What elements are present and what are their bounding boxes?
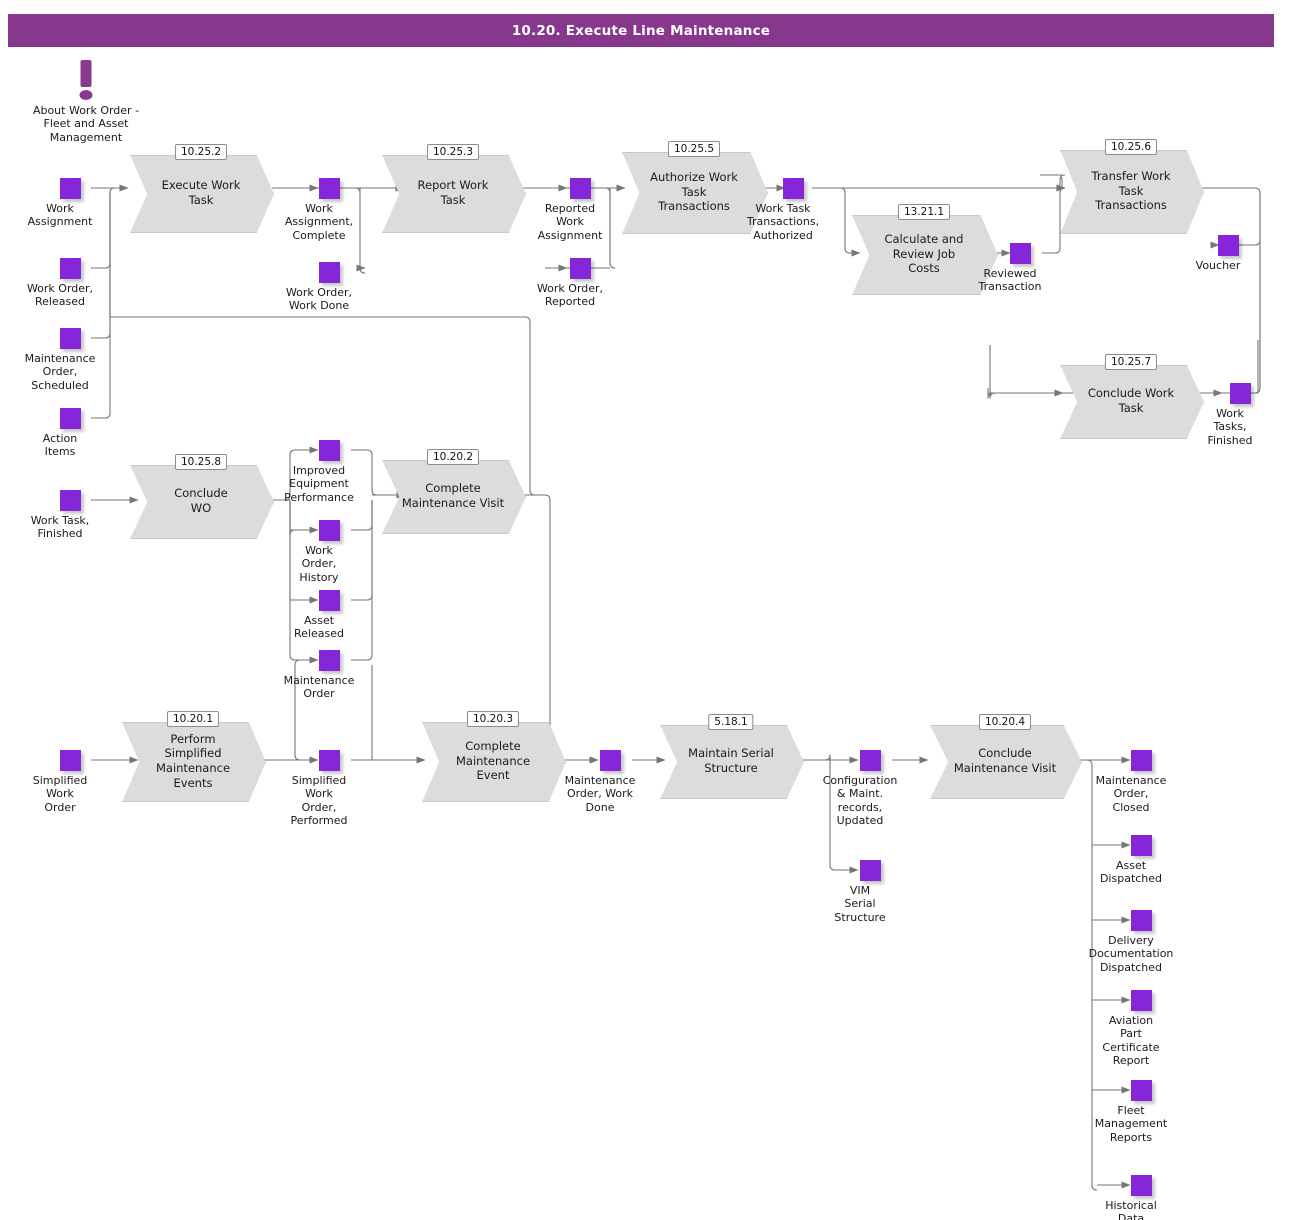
entity-label: Action Items bbox=[42, 432, 78, 459]
entity-label: Work Task Transactions, Authorized bbox=[746, 202, 820, 242]
entity-label: Work Order, History bbox=[299, 544, 339, 584]
entity-icon bbox=[600, 750, 621, 771]
process-transfer-work-task-transactions[interactable]: 10.25.6 Transfer Work Task Transactions bbox=[1060, 139, 1204, 234]
entity-icon bbox=[1131, 1175, 1152, 1196]
entity-icon bbox=[783, 178, 804, 199]
process-label: Calculate and Review Job Costs bbox=[884, 231, 964, 276]
page-title-bar: 10.20. Execute Line Maintenance bbox=[8, 14, 1274, 47]
entity-icon bbox=[60, 750, 81, 771]
entity-icon bbox=[319, 262, 340, 283]
process-perform-simplified-maintenance-events[interactable]: 10.20.1 Perform Simplified Maintenance Even… bbox=[122, 711, 266, 802]
process-authorize-work-task-transactions[interactable]: 10.25.5 Authorize Work Task Transactions bbox=[622, 141, 768, 234]
entity-label: Maintenance Order, Work Done bbox=[564, 774, 636, 814]
entity-icon bbox=[1131, 835, 1152, 856]
process-label: Conclude WO bbox=[174, 486, 228, 515]
entity-label: Aviation Part Certificate Report bbox=[1102, 1014, 1160, 1068]
entity-icon bbox=[319, 178, 340, 199]
entity-label: Delivery Documentation Dispatched bbox=[1088, 934, 1174, 974]
entity-label: Maintenance Order, Closed bbox=[1095, 774, 1167, 814]
entity-label: Voucher bbox=[1195, 259, 1241, 272]
entity-icon bbox=[60, 178, 81, 199]
process-calculate-and-review-job-costs[interactable]: 13.21.1 Calculate and Review Job Costs bbox=[852, 204, 998, 295]
entity-icon bbox=[60, 258, 81, 279]
entity-icon bbox=[860, 750, 881, 771]
entity-icon bbox=[319, 520, 340, 541]
entity-label: Configuration & Maint. records, Updated bbox=[822, 774, 898, 828]
entity-icon bbox=[1131, 750, 1152, 771]
entity-label: Maintenance Order bbox=[283, 674, 355, 701]
entity-icon bbox=[570, 258, 591, 279]
entity-label: Historical Data bbox=[1105, 1199, 1157, 1220]
entity-label: Work Assignment, Complete bbox=[284, 202, 354, 242]
entity-icon bbox=[60, 490, 81, 511]
exclamation-icon bbox=[80, 60, 92, 87]
process-label: Authorize Work Task Transactions bbox=[650, 169, 738, 214]
entity-icon bbox=[1131, 990, 1152, 1011]
entity-label: Work Assignment bbox=[27, 202, 93, 229]
entity-label: Work Task, Finished bbox=[30, 514, 90, 541]
entity-label: Work Tasks, Finished bbox=[1207, 407, 1253, 447]
entity-label: Reported Work Assignment bbox=[537, 202, 603, 242]
process-complete-maintenance-visit[interactable]: 10.20.2 Complete Maintenance Visit bbox=[382, 449, 526, 534]
entity-label: Asset Dispatched bbox=[1099, 859, 1163, 886]
entity-icon bbox=[860, 860, 881, 881]
process-label: Complete Maintenance Event bbox=[455, 738, 531, 783]
entity-icon bbox=[60, 328, 81, 349]
entity-icon bbox=[319, 750, 340, 771]
page-title: 10.20. Execute Line Maintenance bbox=[511, 22, 771, 39]
process-label: Transfer Work Task Transactions bbox=[1091, 168, 1171, 213]
entity-label: Simplified Work Order bbox=[32, 774, 88, 814]
entity-icon bbox=[1230, 383, 1251, 404]
entity-label: Reviewed Transaction bbox=[978, 267, 1042, 294]
entity-icon bbox=[1010, 243, 1031, 264]
entity-icon bbox=[319, 590, 340, 611]
entity-icon bbox=[1218, 235, 1239, 256]
process-conclude-maintenance-visit[interactable]: 10.20.4 Conclude Maintenance Visit bbox=[930, 714, 1082, 799]
process-label: Execute Work Task bbox=[161, 178, 241, 207]
process-execute-work-task[interactable]: 10.25.2 Execute Work Task bbox=[130, 144, 274, 233]
process-label: Complete Maintenance Visit bbox=[401, 481, 505, 510]
entity-label: Work Order, Work Done bbox=[285, 286, 353, 313]
exclamation-dot-icon bbox=[79, 90, 93, 100]
entity-label: Fleet Management Reports bbox=[1094, 1104, 1168, 1144]
entity-icon bbox=[570, 178, 591, 199]
entity-icon bbox=[1131, 910, 1152, 931]
entity-label: Work Order, Released bbox=[26, 282, 94, 309]
diagram-canvas: 10.20. Execute Line Maintenance About Wo… bbox=[0, 0, 1309, 1220]
entity-label: Improved Equipment Performance bbox=[284, 464, 354, 504]
entity-icon bbox=[319, 440, 340, 461]
process-report-work-task[interactable]: 10.25.3 Report Work Task bbox=[382, 144, 526, 233]
process-conclude-work-task[interactable]: 10.25.7 Conclude Work Task bbox=[1060, 354, 1204, 439]
entity-icon bbox=[319, 650, 340, 671]
entity-icon bbox=[1131, 1080, 1152, 1101]
process-conclude-wo[interactable]: 10.25.8 Conclude WO bbox=[130, 454, 274, 539]
process-maintain-serial-structure[interactable]: 5.18.1 Maintain Serial Structure bbox=[660, 714, 804, 799]
process-label: Report Work Task bbox=[417, 178, 489, 207]
process-label: Perform Simplified Maintenance Events bbox=[155, 731, 231, 790]
entity-label: Maintenance Order, Scheduled bbox=[24, 352, 96, 392]
entity-icon bbox=[60, 408, 81, 429]
process-label: Conclude Maintenance Visit bbox=[953, 746, 1057, 775]
entity-label: Simplified Work Order, Performed bbox=[290, 774, 348, 828]
note-label: About Work Order - Fleet and Asset Managem… bbox=[32, 104, 140, 144]
entity-label: Work Order, Reported bbox=[536, 282, 604, 309]
entity-label: VIM Serial Structure bbox=[834, 884, 886, 924]
process-complete-maintenance-event[interactable]: 10.20.3 Complete Maintenance Event bbox=[422, 711, 566, 802]
entity-label: Asset Released bbox=[294, 614, 344, 641]
process-label: Maintain Serial Structure bbox=[688, 746, 774, 775]
process-label: Conclude Work Task bbox=[1087, 386, 1175, 415]
